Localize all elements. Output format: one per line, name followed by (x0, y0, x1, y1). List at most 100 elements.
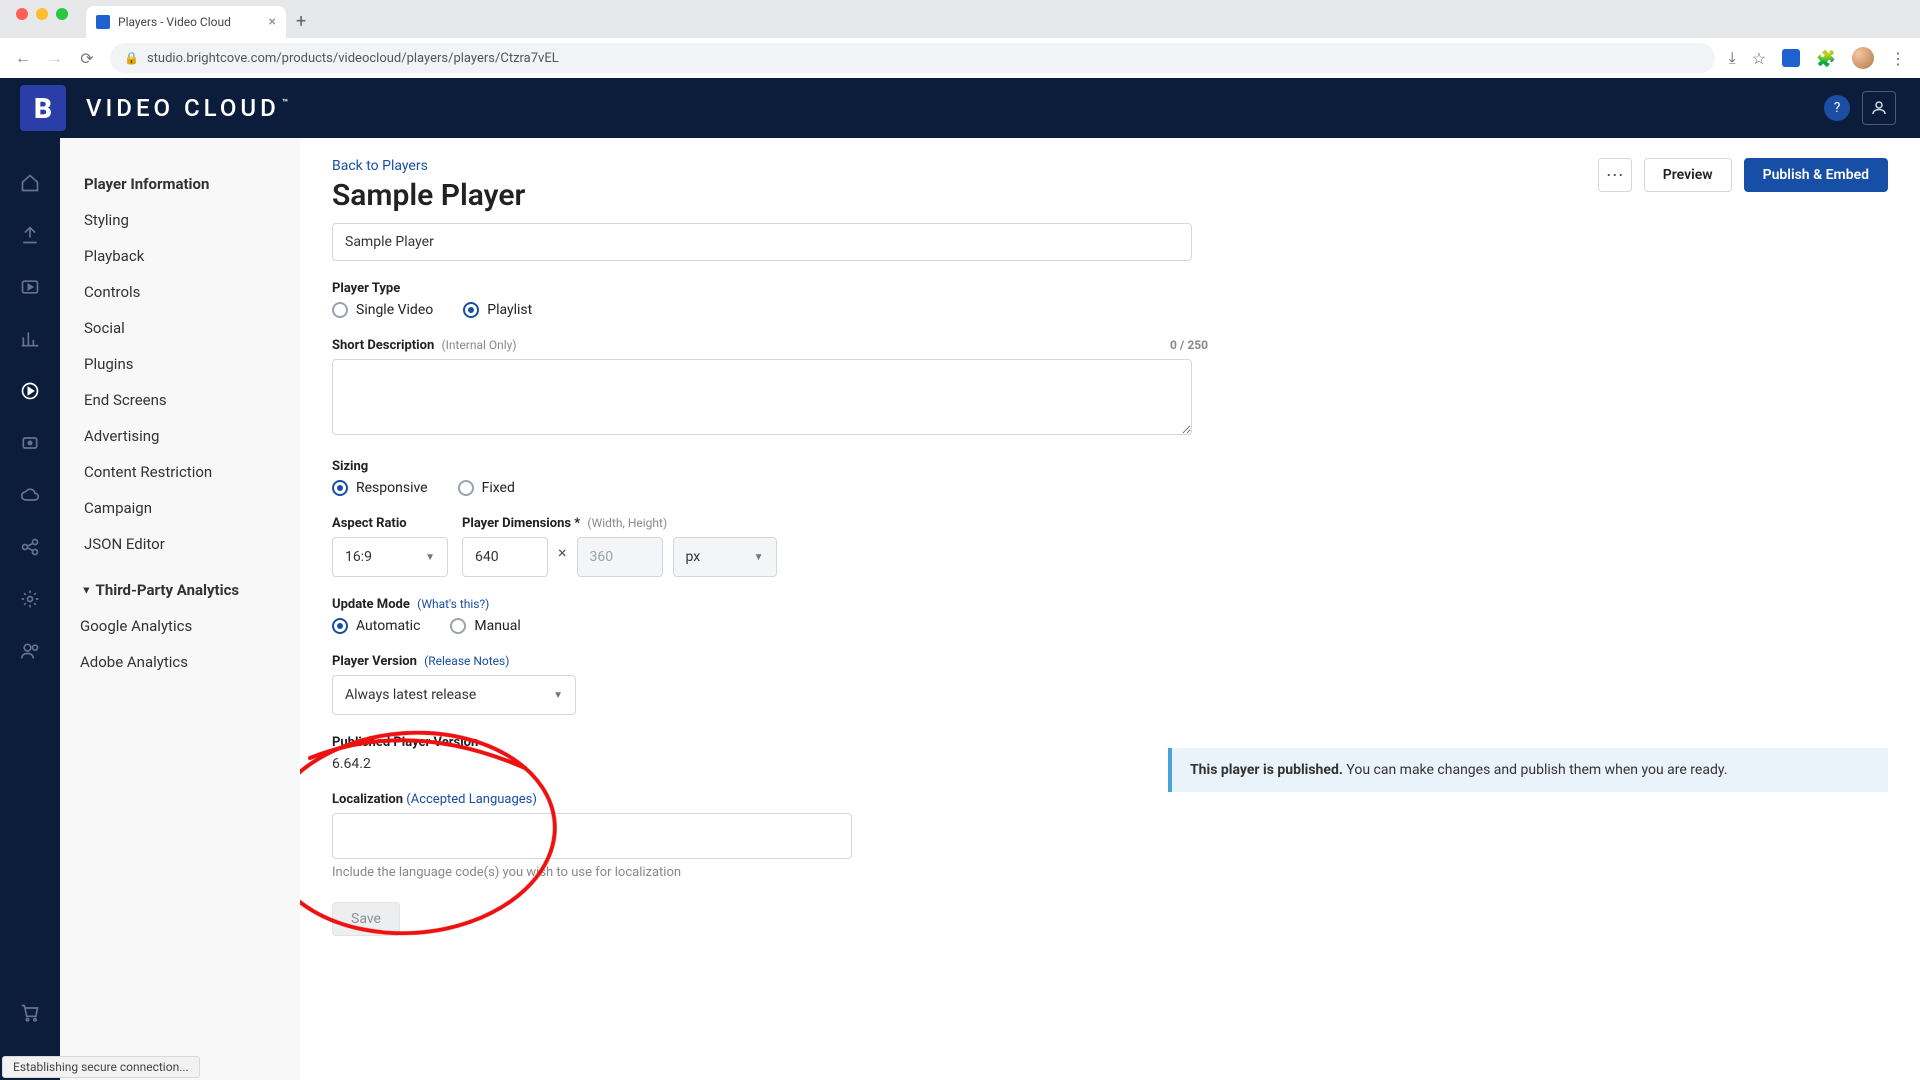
release-notes-link[interactable]: (Release Notes) (424, 654, 509, 668)
publish-embed-button[interactable]: Publish & Embed (1744, 158, 1888, 192)
chevron-down-icon: ▼ (754, 552, 764, 563)
sidenav-adobe-analytics[interactable]: Adobe Analytics (80, 644, 280, 680)
aspect-ratio-select[interactable]: 16:9 ▼ (332, 537, 448, 577)
times-icon: × (558, 543, 567, 572)
sidenav-json-editor[interactable]: JSON Editor (80, 526, 280, 562)
settings-icon[interactable] (15, 584, 45, 614)
extensions-menu-icon[interactable]: 🧩 (1816, 49, 1836, 68)
brand-logo-icon[interactable]: B (20, 85, 66, 131)
live-icon[interactable] (15, 428, 45, 458)
bookmark-icon[interactable]: ☆ (1752, 49, 1766, 68)
new-tab-button[interactable]: + (296, 11, 306, 38)
width-input[interactable] (462, 537, 548, 577)
help-icon[interactable]: ? (1824, 95, 1850, 121)
side-nav: Player Information Styling Playback Cont… (60, 138, 300, 1080)
sidenav-campaign[interactable]: Campaign (80, 490, 280, 526)
sidenav-player-information[interactable]: Player Information (80, 166, 280, 202)
player-version-select[interactable]: Always latest release ▼ (332, 675, 576, 715)
radio-icon (332, 302, 348, 318)
update-mode-manual[interactable]: Manual (450, 618, 520, 634)
kebab-menu-icon[interactable]: ⋮ (1890, 49, 1906, 68)
save-button[interactable]: Save (332, 902, 400, 936)
cloud-icon[interactable] (15, 480, 45, 510)
reload-icon[interactable]: ⟳ (78, 49, 96, 68)
sidenav-advertising[interactable]: Advertising (80, 418, 280, 454)
profile-avatar[interactable] (1852, 47, 1874, 69)
dimension-unit-select[interactable]: px ▼ (673, 537, 777, 577)
minimize-window-icon[interactable] (36, 8, 48, 20)
height-input (577, 537, 663, 577)
browser-status-bar: Establishing secure connection... (2, 1056, 200, 1078)
tab-title: Players - Video Cloud (118, 15, 231, 29)
publish-status-banner: This player is published. You can make c… (1168, 748, 1888, 792)
sidenav-google-analytics[interactable]: Google Analytics (80, 608, 280, 644)
radio-icon (458, 480, 474, 496)
published-version-label: Published Player Version (332, 735, 1208, 750)
extension-icon[interactable] (1782, 49, 1800, 67)
accepted-languages-link[interactable]: (Accepted Languages) (406, 792, 537, 807)
radio-icon (450, 618, 466, 634)
url-text: studio.brightcove.com/products/videoclou… (147, 51, 559, 66)
nav-rail (0, 138, 60, 1080)
chevron-down-icon: ▼ (425, 552, 435, 563)
back-link[interactable]: Back to Players (332, 158, 525, 174)
sizing-label: Sizing (332, 459, 1208, 474)
sidenav-controls[interactable]: Controls (80, 274, 280, 310)
player-name-input[interactable] (332, 223, 1192, 261)
sidenav-group-analytics[interactable]: ▸ Third-Party Analytics (80, 572, 280, 608)
short-description-label: Short Description (Internal Only) 0 / 25… (332, 338, 1208, 353)
home-icon[interactable] (15, 168, 45, 198)
sidenav-end-screens[interactable]: End Screens (80, 382, 280, 418)
char-counter: 0 / 250 (1170, 338, 1208, 352)
app-topbar: B VIDEO CLOUD™ ? (0, 78, 1920, 138)
localization-helper: Include the language code(s) you wish to… (332, 865, 1208, 880)
maximize-window-icon[interactable] (56, 8, 68, 20)
player-type-single[interactable]: Single Video (332, 302, 433, 318)
radio-icon (332, 480, 348, 496)
forward-icon[interactable]: → (46, 48, 64, 68)
whats-this-link[interactable]: (What's this?) (417, 597, 489, 611)
sidenav-styling[interactable]: Styling (80, 202, 280, 238)
preview-button[interactable]: Preview (1644, 158, 1732, 192)
upload-icon[interactable] (15, 220, 45, 250)
player-type-playlist[interactable]: Playlist (463, 302, 532, 318)
back-icon[interactable]: ← (14, 48, 32, 68)
localization-label: Localization (Accepted Languages) (332, 792, 1208, 807)
tab-close-icon[interactable]: × (269, 14, 276, 30)
product-name: VIDEO CLOUD™ (86, 94, 292, 122)
update-mode-automatic[interactable]: Automatic (332, 618, 420, 634)
update-mode-label: Update Mode (What's this?) (332, 597, 1208, 612)
analytics-icon[interactable] (15, 324, 45, 354)
sidenav-plugins[interactable]: Plugins (80, 346, 280, 382)
social-icon[interactable] (15, 532, 45, 562)
more-actions-button[interactable]: ⋯ (1598, 158, 1632, 192)
favicon-icon (96, 15, 110, 29)
account-menu[interactable] (1862, 91, 1896, 125)
localization-input[interactable] (332, 813, 852, 859)
install-app-icon[interactable]: ⤓ (1729, 48, 1736, 68)
address-bar[interactable]: 🔒 studio.brightcove.com/products/videocl… (110, 43, 1715, 73)
chevron-down-icon: ▸ (80, 587, 93, 593)
marketplace-icon[interactable] (15, 998, 45, 1028)
published-version-value: 6.64.2 (332, 756, 1208, 772)
sizing-fixed[interactable]: Fixed (458, 480, 515, 496)
close-window-icon[interactable] (16, 8, 28, 20)
short-description-input[interactable] (332, 359, 1192, 435)
lock-icon: 🔒 (124, 51, 139, 65)
dimensions-label: Player Dimensions * (Width, Height) (462, 516, 777, 531)
radio-icon (332, 618, 348, 634)
page-title: Sample Player (332, 178, 525, 213)
player-type-label: Player Type (332, 281, 1208, 296)
players-icon[interactable] (15, 376, 45, 406)
window-controls (10, 8, 78, 30)
sizing-responsive[interactable]: Responsive (332, 480, 428, 496)
browser-tab[interactable]: Players - Video Cloud × (86, 6, 286, 38)
media-icon[interactable] (15, 272, 45, 302)
sidenav-content-restriction[interactable]: Content Restriction (80, 454, 280, 490)
sidenav-social[interactable]: Social (80, 310, 280, 346)
aspect-ratio-label: Aspect Ratio (332, 516, 448, 531)
chevron-down-icon: ▼ (553, 690, 563, 701)
radio-icon (463, 302, 479, 318)
sidenav-playback[interactable]: Playback (80, 238, 280, 274)
audience-icon[interactable] (15, 636, 45, 666)
